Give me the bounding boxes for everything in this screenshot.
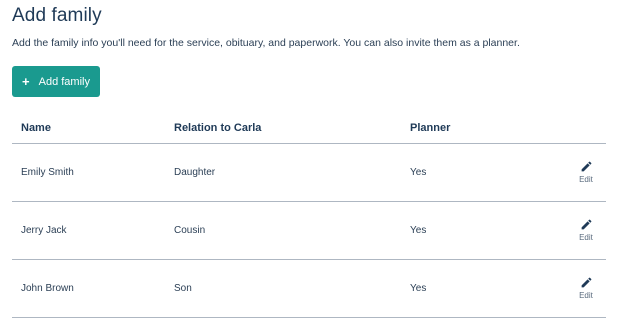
- row-planner: Yes: [410, 283, 427, 294]
- column-header-planner: Planner: [410, 122, 451, 134]
- add-family-button-label: Add family: [38, 75, 90, 88]
- edit-button[interactable]: Edit: [574, 218, 598, 242]
- row-relation: Son: [174, 283, 192, 294]
- row-name: Emily Smith: [21, 167, 74, 178]
- row-planner: Yes: [410, 225, 427, 236]
- edit-button[interactable]: Edit: [574, 160, 598, 184]
- page-title: Add family: [12, 5, 102, 26]
- table-row: Jerry Jack Cousin Yes Edit: [12, 202, 606, 260]
- row-relation: Cousin: [174, 225, 206, 236]
- add-family-button[interactable]: + Add family: [12, 66, 100, 97]
- column-header-name: Name: [21, 122, 51, 134]
- pencil-icon: [581, 277, 591, 288]
- plus-icon: +: [22, 74, 30, 89]
- row-relation: Daughter: [174, 167, 216, 178]
- row-name: Jerry Jack: [21, 225, 67, 236]
- row-planner: Yes: [410, 167, 427, 178]
- pencil-icon: [581, 161, 591, 172]
- pencil-icon: [581, 219, 591, 230]
- edit-label: Edit: [579, 175, 593, 184]
- row-name: John Brown: [21, 283, 74, 294]
- edit-button[interactable]: Edit: [574, 276, 598, 300]
- page-subtitle: Add the family info you'll need for the …: [12, 37, 520, 49]
- family-table: Name Relation to Carla Planner Emily Smi…: [12, 114, 606, 318]
- column-header-relation: Relation to Carla: [174, 122, 262, 134]
- table-header: Name Relation to Carla Planner: [12, 114, 606, 144]
- edit-label: Edit: [579, 291, 593, 300]
- table-row: John Brown Son Yes Edit: [12, 260, 606, 318]
- table-row: Emily Smith Daughter Yes Edit: [12, 144, 606, 202]
- edit-label: Edit: [579, 233, 593, 242]
